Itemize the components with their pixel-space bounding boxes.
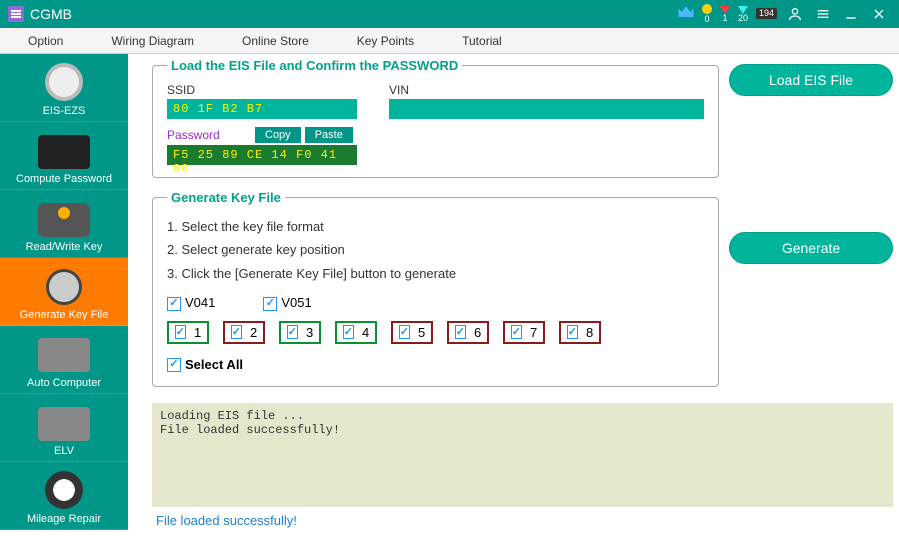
minimize-icon[interactable] — [843, 6, 859, 22]
checkbox-icon[interactable] — [167, 297, 181, 311]
keyboard-icon — [38, 135, 90, 169]
load-legend: Load the EIS File and Confirm the PASSWO… — [167, 58, 462, 73]
format-v041[interactable]: V041 — [167, 295, 215, 311]
step1-text: 1. Select the key file format — [167, 215, 704, 238]
generate-legend: Generate Key File — [167, 190, 285, 205]
sidebar-item-rwkey[interactable]: Read/Write Key — [0, 190, 128, 258]
app-logo-icon — [8, 6, 24, 22]
checkbox-icon[interactable] — [511, 325, 522, 339]
menu-icon[interactable] — [815, 6, 831, 22]
checkbox-icon[interactable] — [343, 325, 354, 339]
checkbox-icon[interactable] — [399, 325, 410, 339]
log-output: Loading EIS file ... File loaded success… — [152, 403, 893, 507]
copy-button[interactable]: Copy — [255, 127, 301, 143]
select-all[interactable]: Select All — [167, 356, 704, 374]
key-pos-5[interactable]: 5 — [391, 321, 433, 344]
step3-text: 3. Click the [Generate Key File] button … — [167, 262, 704, 285]
eis-icon — [45, 63, 83, 101]
format-v051[interactable]: V051 — [263, 295, 311, 311]
ssid-value[interactable]: 80 1F B2 B7 — [167, 99, 357, 119]
key-pos-4[interactable]: 4 — [335, 321, 377, 344]
load-eis-group: Load the EIS File and Confirm the PASSWO… — [152, 58, 719, 178]
ecu-icon — [38, 338, 90, 372]
menu-wiring[interactable]: Wiring Diagram — [111, 34, 194, 48]
menu-tutorial[interactable]: Tutorial — [462, 34, 502, 48]
key-pos-7[interactable]: 7 — [503, 321, 545, 344]
checkbox-icon[interactable] — [263, 297, 277, 311]
sidebar-label: ELV — [54, 445, 74, 457]
sidebar: EIS-EZS Compute Password Read/Write Key … — [0, 54, 128, 536]
sidebar-label: Auto Computer — [27, 377, 101, 389]
key-icon — [38, 203, 90, 237]
key-pos-2[interactable]: 2 — [223, 321, 265, 344]
user-icon[interactable] — [787, 6, 803, 22]
generate-button[interactable]: Generate — [729, 232, 893, 264]
checkbox-icon[interactable] — [455, 325, 466, 339]
generate-key-group: Generate Key File 1. Select the key file… — [152, 190, 719, 387]
sidebar-label: EIS-EZS — [43, 105, 86, 117]
crown-icon[interactable] — [676, 2, 696, 27]
load-eis-button[interactable]: Load EIS File — [729, 64, 893, 96]
sidebar-item-mileage[interactable]: Mileage Repair — [0, 462, 128, 530]
checkbox-icon[interactable] — [175, 325, 186, 339]
checkbox-icon[interactable] — [287, 325, 298, 339]
sidebar-label: Read/Write Key — [26, 241, 103, 253]
sidebar-label: Mileage Repair — [27, 513, 101, 525]
counter-teal: 20 — [738, 6, 748, 23]
title-bar: CGMB 0 1 20 194 — [0, 0, 899, 28]
vin-value[interactable] — [389, 99, 704, 119]
status-bar: File loaded successfully! — [152, 507, 893, 536]
vin-label: VIN — [389, 83, 704, 97]
sidebar-label: Compute Password — [16, 173, 112, 185]
sidebar-item-elv[interactable]: ELV — [0, 394, 128, 462]
checkbox-icon[interactable] — [567, 325, 578, 339]
menu-option[interactable]: Option — [28, 34, 63, 48]
generate-icon — [46, 269, 82, 305]
sidebar-item-genkey[interactable]: Generate Key File — [0, 258, 128, 326]
key-pos-1[interactable]: 1 — [167, 321, 209, 344]
sidebar-item-eis[interactable]: EIS-EZS — [0, 54, 128, 122]
counter-chip: 194 — [756, 8, 777, 20]
menu-bar: Option Wiring Diagram Online Store Key P… — [0, 28, 899, 54]
counter-red: 1 — [720, 6, 730, 23]
sidebar-label: Generate Key File — [20, 309, 109, 321]
ssid-label: SSID — [167, 83, 357, 97]
gauge-icon — [45, 471, 83, 509]
app-title: CGMB — [30, 6, 72, 22]
paste-button[interactable]: Paste — [305, 127, 353, 143]
menu-store[interactable]: Online Store — [242, 34, 309, 48]
sidebar-item-compute[interactable]: Compute Password — [0, 122, 128, 190]
key-pos-3[interactable]: 3 — [279, 321, 321, 344]
password-label: Password — [167, 128, 251, 142]
counter-gold: 0 — [702, 4, 712, 24]
checkbox-icon[interactable] — [231, 325, 242, 339]
password-value[interactable]: F5 25 89 CE 14 F0 41 00 — [167, 145, 357, 165]
menu-keypoints[interactable]: Key Points — [357, 34, 414, 48]
elv-icon — [38, 407, 90, 441]
key-pos-6[interactable]: 6 — [447, 321, 489, 344]
key-pos-8[interactable]: 8 — [559, 321, 601, 344]
sidebar-item-auto[interactable]: Auto Computer — [0, 326, 128, 394]
step2-text: 2. Select generate key position — [167, 238, 704, 261]
close-icon[interactable] — [871, 6, 887, 22]
checkbox-icon[interactable] — [167, 358, 181, 372]
